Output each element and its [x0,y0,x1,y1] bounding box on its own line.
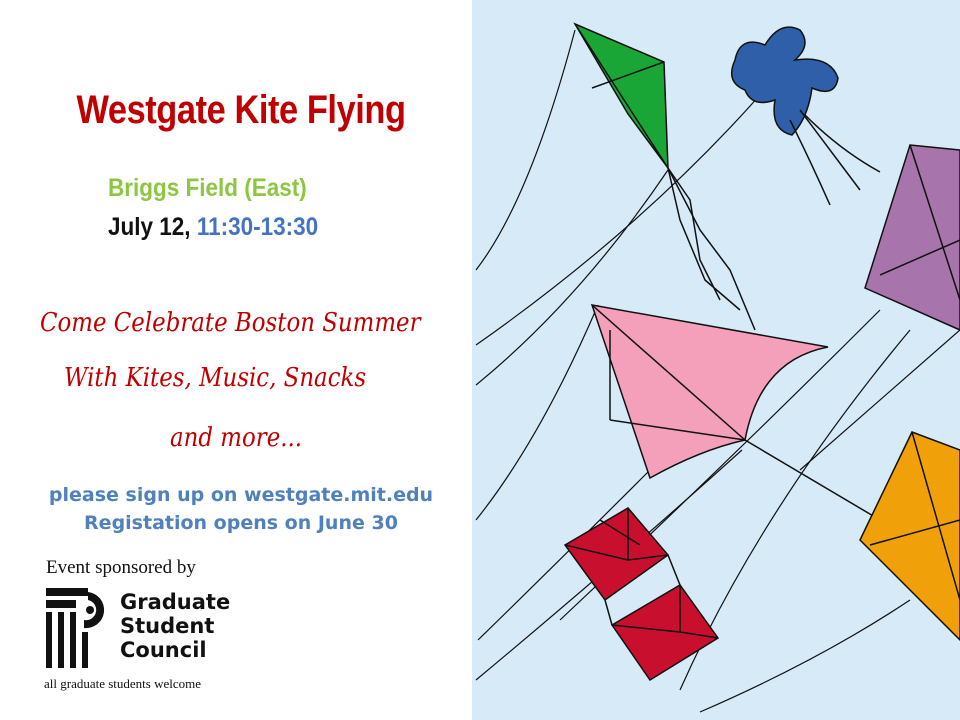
event-location: Briggs Field (East) [108,174,307,202]
event-time: 11:30-13:30 [196,213,319,241]
kites-sky-image [472,0,960,720]
flyer-text-panel: Westgate Kite Flying Briggs Field (East)… [0,0,472,720]
kite-illustration [472,0,960,720]
registration-text: Registation opens on June 30 [84,512,398,534]
tagline-line-2: With Kites, Music, Snacks [64,363,367,393]
sponsor-name-line-1: Graduate [120,590,231,614]
welcome-note: all graduate students welcome [44,676,202,691]
sponsor-name-line-2: Student [120,614,215,638]
event-title: Westgate Kite Flying [76,88,406,132]
tagline-line-3: and more... [170,423,303,453]
signup-text: please sign up on westgate.mit.edu [48,484,434,506]
sponsor-name-line-3: Council [120,638,207,662]
tagline-line-1: Come Celebrate Boston Summer [40,308,421,338]
sponsor-label: Event sponsored by [46,557,196,578]
sponsor-name: Graduate Student Council [120,590,230,662]
event-datetime: July 12, 11:30-13:30 [108,213,318,242]
event-date: July 12, [108,213,191,241]
gsc-logo-icon [46,588,105,668]
